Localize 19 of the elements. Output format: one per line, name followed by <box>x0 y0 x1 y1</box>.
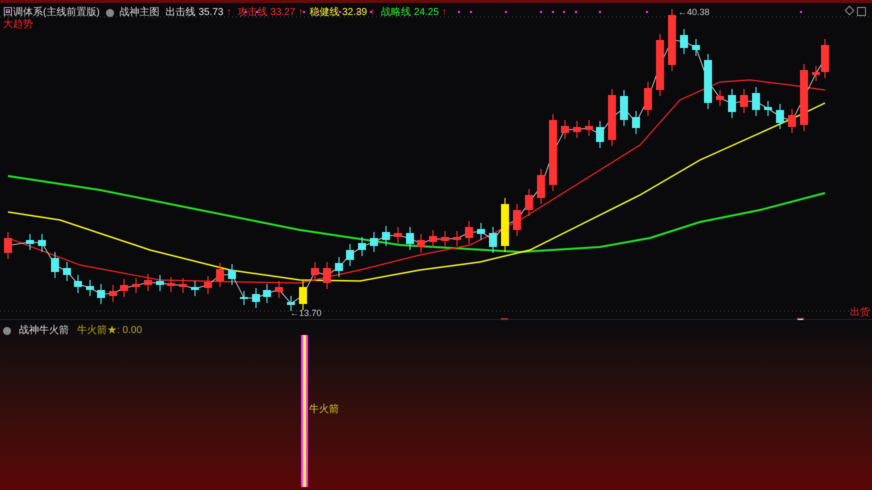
trend-label: 大趋势 <box>3 18 33 32</box>
line-reading: 攻击线 33.27 <box>237 6 296 20</box>
up-arrow: ↑ <box>298 6 304 20</box>
panel-icon[interactable] <box>857 7 866 16</box>
signal-tag: 出货 <box>850 305 870 320</box>
line-reading: 战略线 24.25 <box>381 6 439 20</box>
indicator-reading: 牛火箭★: 0.00 <box>77 324 142 338</box>
indicator-title: 回调体系(主线前置版) <box>3 6 100 18</box>
gear-icon[interactable] <box>106 8 114 16</box>
chart-name: 战神主图 <box>120 6 160 20</box>
sub-indicator-title: 战神牛火箭 <box>19 324 69 338</box>
up-arrow: ↑ <box>370 6 376 20</box>
line-reading: 出击线 35.73 <box>166 6 224 20</box>
high-price-label: ←40.38 <box>678 6 710 20</box>
low-price-label: ←13.70 <box>290 307 322 320</box>
gear-icon[interactable] <box>3 326 11 334</box>
up-arrow: ↑ <box>226 6 232 20</box>
signal-bar-label: 牛火箭 <box>309 402 339 417</box>
up-arrow: ↑ <box>442 6 447 20</box>
